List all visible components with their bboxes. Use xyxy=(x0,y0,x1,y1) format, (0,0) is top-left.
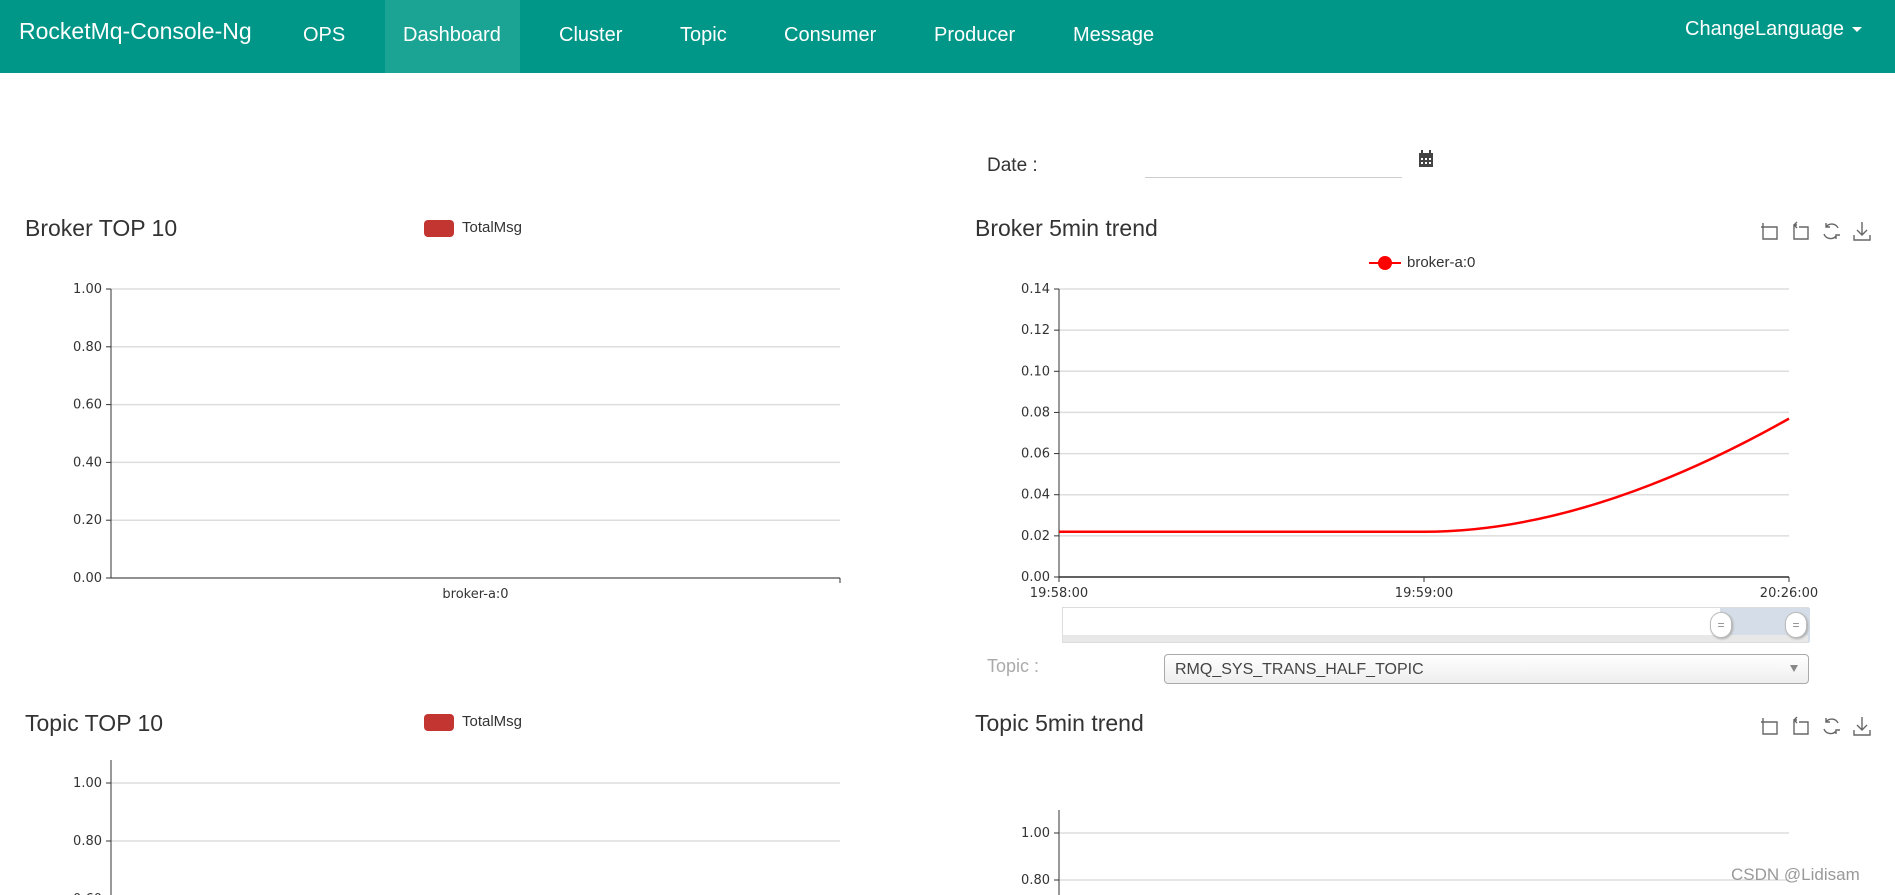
x-tick-label: 20:26:00 xyxy=(1760,586,1818,601)
y-tick-label: 0.20 xyxy=(73,513,102,528)
y-tick-label: 1.00 xyxy=(73,282,102,297)
nav-dashboard[interactable]: Dashboard xyxy=(385,0,520,73)
y-tick-label: 0.80 xyxy=(73,340,102,355)
broker-trend-chart: 0.00 0.02 0.04 0.06 0.08 0.10 0.12 0.14 19:58:00… xyxy=(1021,282,1818,601)
y-tick-label: 0.06 xyxy=(1021,447,1050,462)
top-navbar: RocketMq-Console-Ng OPS Dashboard Cluste… xyxy=(0,0,1895,73)
y-tick-label: 0.10 xyxy=(1021,364,1050,379)
caret-down-icon xyxy=(1852,27,1863,33)
y-tick-label: 0.12 xyxy=(1021,323,1050,338)
y-tick-label: 0.80 xyxy=(1021,873,1050,888)
datazoom-slider[interactable]: = = xyxy=(1062,607,1810,643)
topic-select[interactable]: RMQ_SYS_TRANS_HALF_TOPIC xyxy=(1164,654,1809,684)
datazoom-handle-start[interactable]: = xyxy=(1710,612,1732,638)
y-tick-label: 0.04 xyxy=(1021,488,1050,503)
x-tick-label: broker-a:0 xyxy=(442,587,508,602)
y-tick-label: 0.14 xyxy=(1021,282,1050,297)
legend-swatch[interactable] xyxy=(424,220,454,237)
topic-label: Topic : xyxy=(987,656,1040,676)
date-label: Date : xyxy=(987,155,1038,176)
zoom-icon[interactable] xyxy=(1758,220,1780,242)
dropdown-arrow-icon xyxy=(1790,665,1798,672)
broker-top-chart: 0.00 0.20 0.40 0.60 0.80 1.00 broker-a:0 xyxy=(73,282,841,602)
y-tick-label: 1.00 xyxy=(73,776,102,791)
legend-label: broker-a:0 xyxy=(1407,254,1476,271)
legend-label: TotalMsg xyxy=(462,219,523,236)
series-line xyxy=(1059,417,1790,533)
change-language-label: ChangeLanguage xyxy=(1685,18,1845,40)
y-tick-label: 1.00 xyxy=(1021,826,1050,841)
nav-message[interactable]: Message xyxy=(1055,0,1172,73)
zoom-reset-icon[interactable] xyxy=(1789,220,1811,242)
save-image-icon[interactable] xyxy=(1851,715,1873,737)
watermark: CSDN @Lidisam xyxy=(1731,865,1860,884)
datazoom-handle-end[interactable]: = xyxy=(1785,612,1807,638)
topic-top-title: Topic TOP 10 xyxy=(25,710,164,736)
broker-trend-title: Broker 5min trend xyxy=(975,215,1158,241)
calendar-icon[interactable] xyxy=(1418,150,1434,168)
nav-consumer[interactable]: Consumer xyxy=(766,0,894,73)
y-tick-label: 0.60 xyxy=(73,398,102,413)
date-input[interactable] xyxy=(1145,148,1402,178)
restore-icon[interactable] xyxy=(1820,220,1842,242)
legend-label: TotalMsg xyxy=(462,713,523,730)
nav-cluster[interactable]: Cluster xyxy=(541,0,640,73)
x-tick-label: 19:59:00 xyxy=(1395,586,1453,601)
change-language-dropdown[interactable]: ChangeLanguage xyxy=(1685,18,1863,41)
zoom-icon[interactable] xyxy=(1758,715,1780,737)
y-tick-label: 0.00 xyxy=(1021,570,1050,585)
y-tick-label: 0.80 xyxy=(73,834,102,849)
topic-top-chart: 1.000.800.60 xyxy=(73,760,840,895)
x-tick-label: 19:58:00 xyxy=(1030,586,1088,601)
nav-topic[interactable]: Topic xyxy=(662,0,745,73)
y-tick-label: 0.08 xyxy=(1021,405,1050,420)
y-tick-label: 0.00 xyxy=(73,571,102,586)
save-image-icon[interactable] xyxy=(1851,220,1873,242)
y-tick-label: 0.40 xyxy=(73,455,102,470)
brand-logo[interactable]: RocketMq-Console-Ng xyxy=(19,18,252,45)
broker-top-title: Broker TOP 10 xyxy=(25,215,178,241)
nav-ops[interactable]: OPS xyxy=(285,0,363,73)
zoom-reset-icon[interactable] xyxy=(1789,715,1811,737)
restore-icon[interactable] xyxy=(1820,715,1842,737)
topic-trend-title: Topic 5min trend xyxy=(975,710,1144,736)
topic-select-value: RMQ_SYS_TRANS_HALF_TOPIC xyxy=(1175,661,1424,678)
legend-swatch[interactable] xyxy=(424,714,454,731)
datazoom-track xyxy=(1063,635,1808,642)
y-tick-label: 0.02 xyxy=(1021,529,1050,544)
nav-producer[interactable]: Producer xyxy=(916,0,1033,73)
